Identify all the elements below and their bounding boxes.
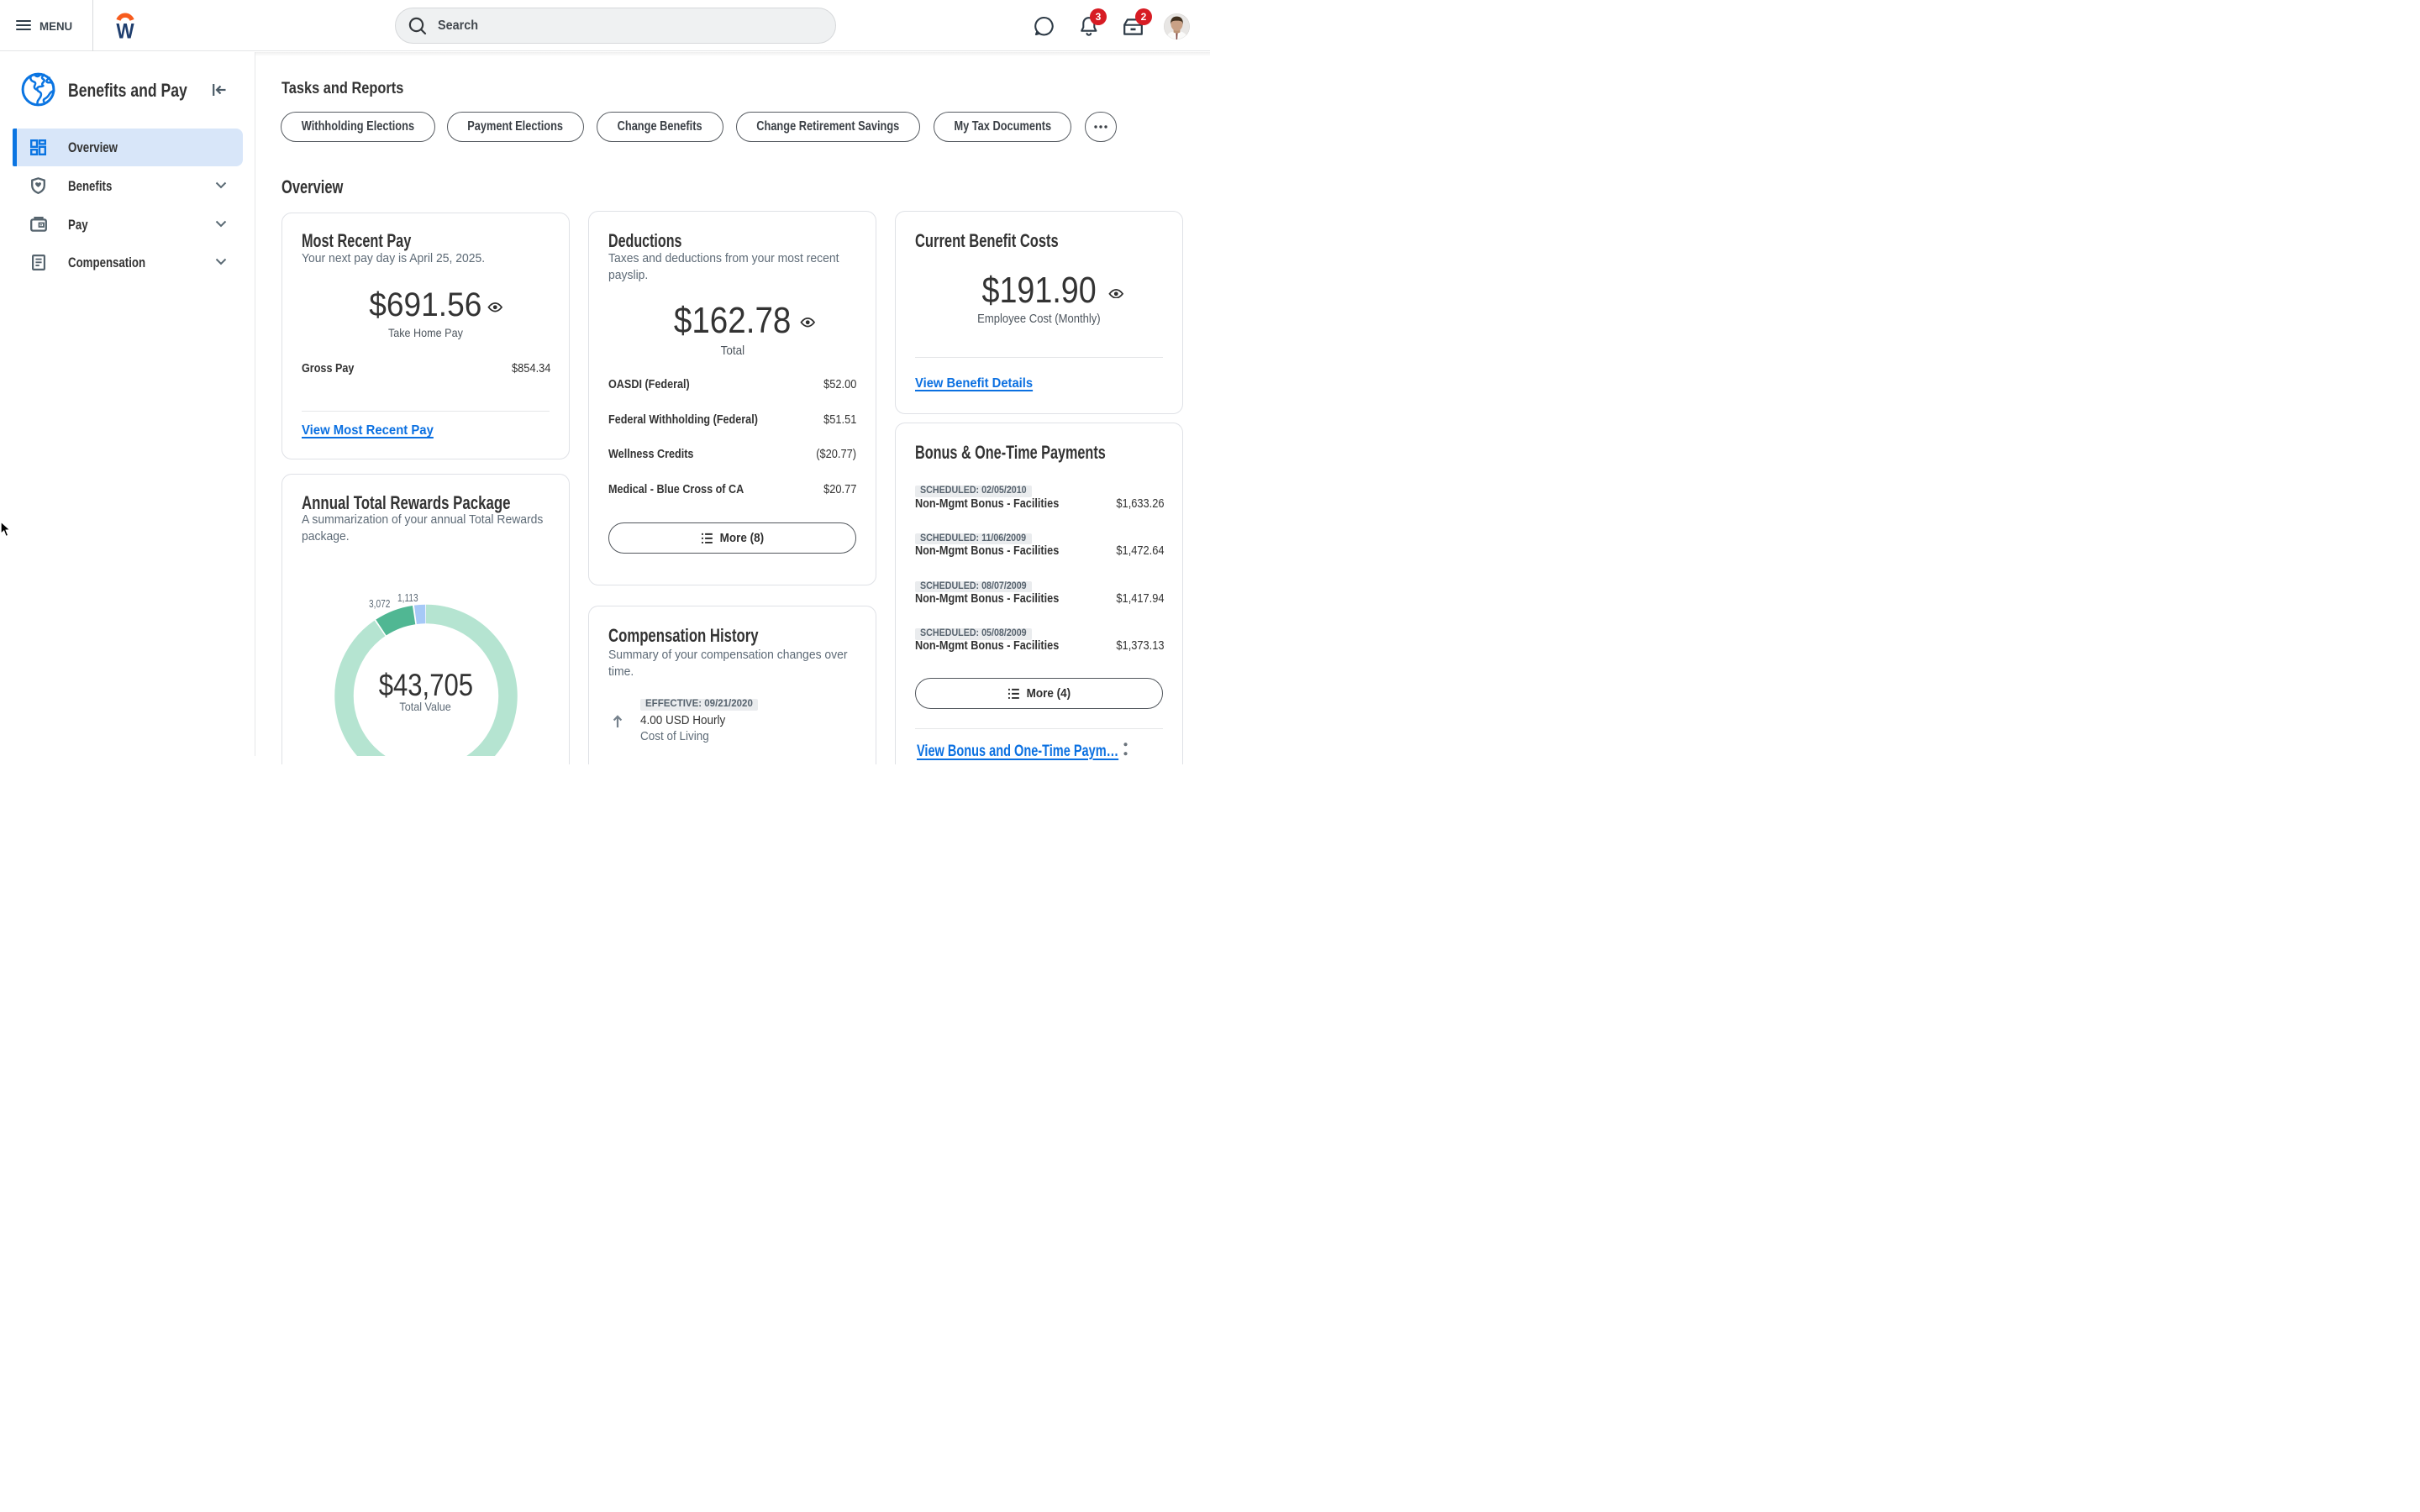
svg-text:W: W (116, 19, 134, 41)
